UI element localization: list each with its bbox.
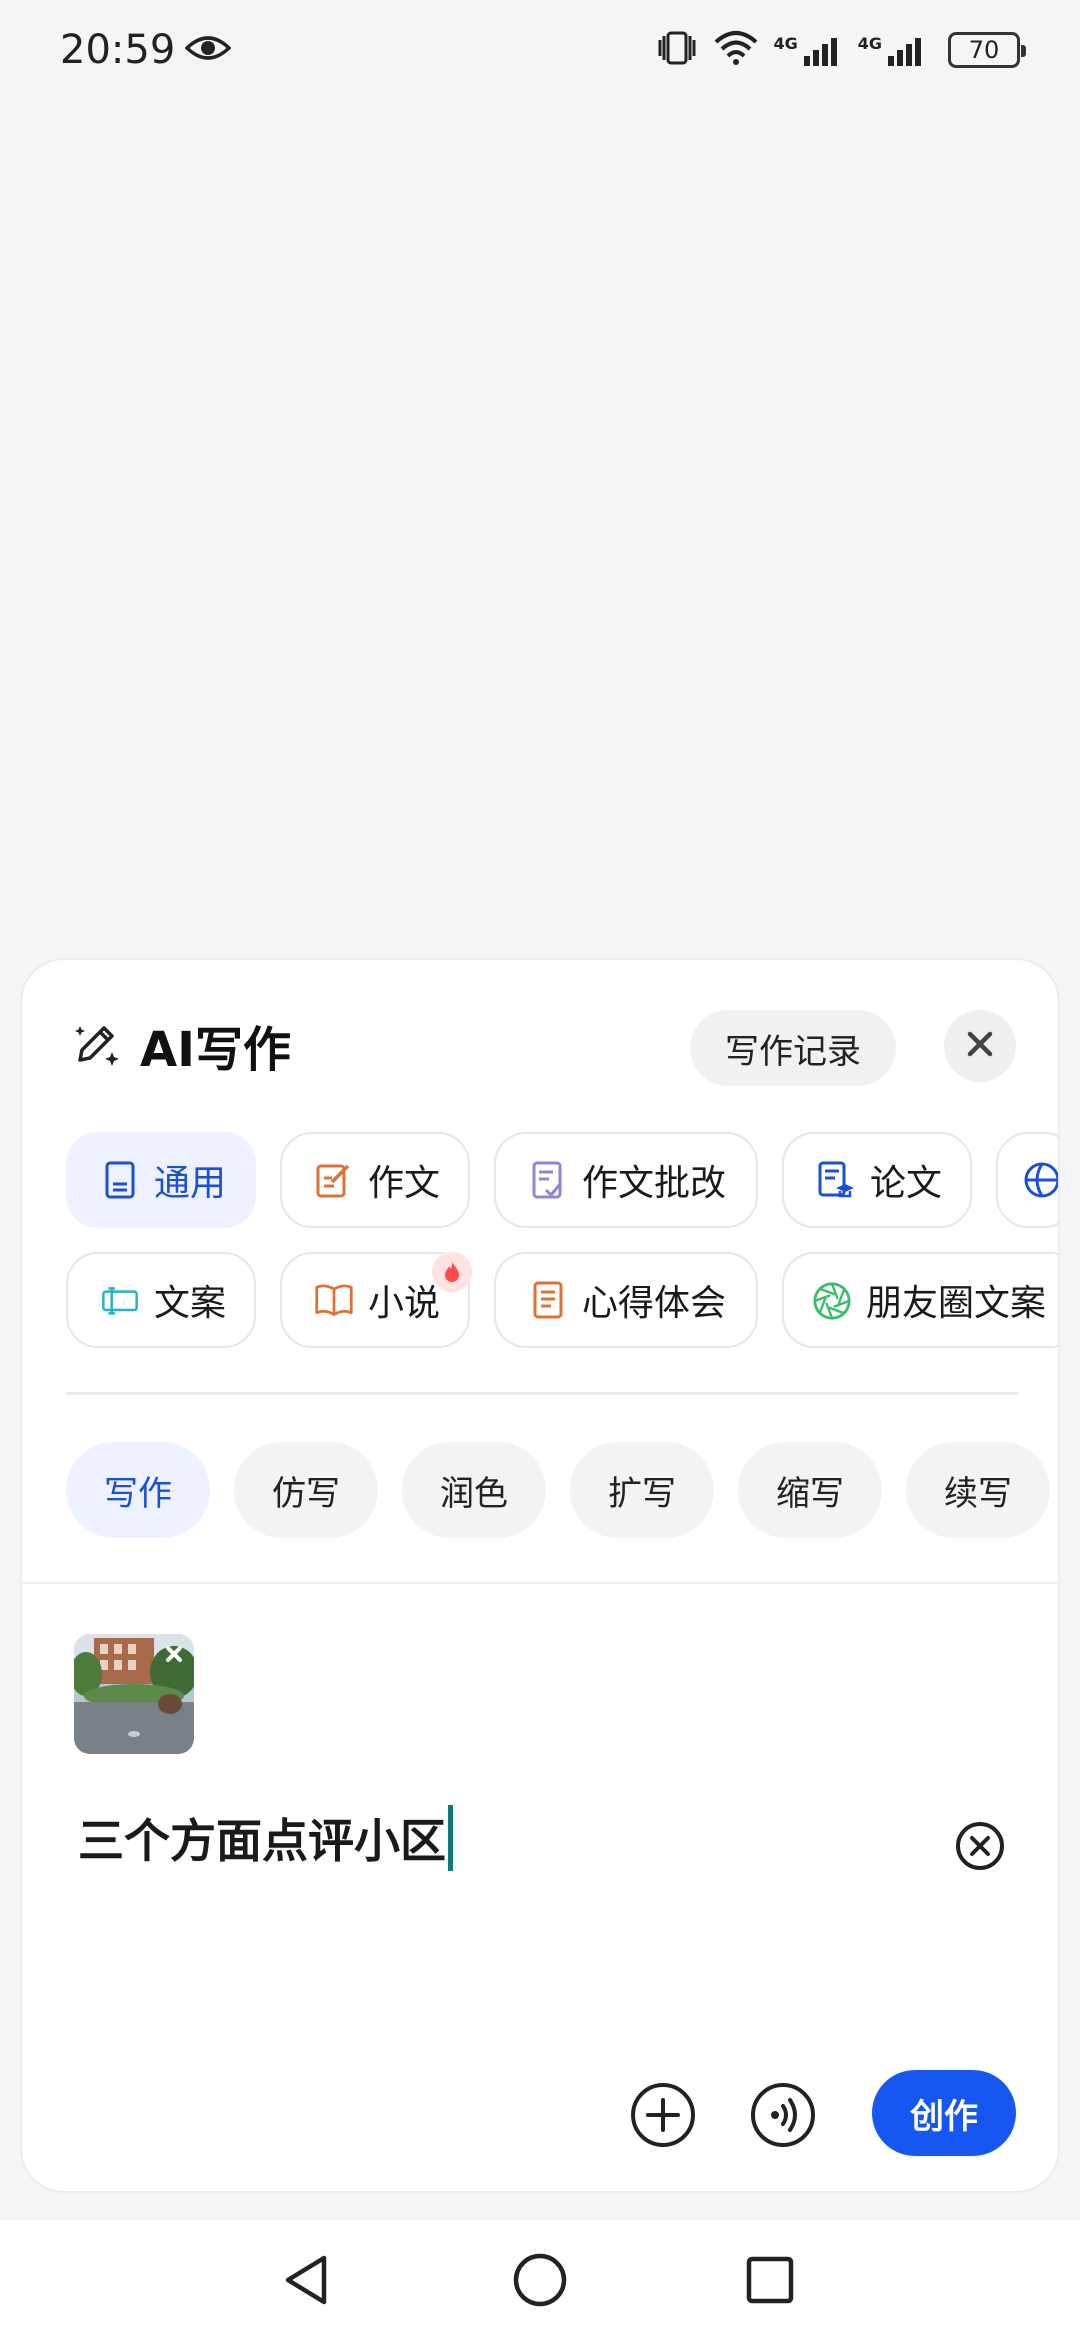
category-label: 小说 <box>368 1283 441 1324</box>
eye-icon <box>184 27 232 73</box>
category-label: 心得体会 <box>582 1283 727 1324</box>
signal-1: 4G <box>773 34 843 66</box>
attached-image[interactable] <box>74 1634 194 1754</box>
category-label: 作文批改 <box>582 1163 727 1204</box>
status-bar: 20:59 4G 4G 70 <box>0 0 1080 100</box>
navigation-bar <box>0 2220 1080 2340</box>
prompt-text: 三个方面点评小区 <box>78 1814 446 1868</box>
plus-circle-icon <box>631 2083 695 2147</box>
close-button[interactable] <box>944 1010 1016 1082</box>
mode-imitate[interactable]: 仿写 <box>234 1442 378 1538</box>
document-icon <box>100 1160 140 1200</box>
category-more[interactable] <box>996 1132 1058 1228</box>
hot-flame-icon <box>432 1252 472 1292</box>
category-label: 朋友圈文案 <box>866 1283 1047 1324</box>
title-wrap: AI写作 <box>72 1010 291 1080</box>
globe-icon <box>1022 1160 1058 1200</box>
category-row-1: 通用 作文 作文批改 论文 <box>66 1132 1058 1228</box>
vibrate-icon <box>655 30 699 70</box>
network-type-2: 4G <box>857 34 882 53</box>
category-copywriting[interactable]: 文案 <box>66 1252 256 1348</box>
category-thesis[interactable]: 论文 <box>782 1132 972 1228</box>
status-right: 4G 4G 70 <box>655 30 1026 70</box>
category-essay[interactable]: 作文 <box>280 1132 470 1228</box>
edit-note-icon <box>314 1160 354 1200</box>
signal-2: 4G <box>858 34 928 66</box>
battery-indicator: 70 <box>948 32 1026 68</box>
section-divider <box>66 1392 1018 1395</box>
category-label: 文案 <box>154 1283 227 1324</box>
mode-expand[interactable]: 扩写 <box>570 1442 714 1538</box>
status-time: 20:59 <box>60 27 176 73</box>
category-row-2: 文案 小说 心得体会 朋友圈文案 <box>66 1252 1058 1348</box>
back-triangle-icon <box>285 2255 327 2305</box>
category-moments-copy[interactable]: 朋友圈文案 <box>782 1252 1058 1348</box>
category-novel[interactable]: 小说 <box>280 1252 472 1348</box>
mode-tabs: 写作 仿写 润色 扩写 缩写 续写 <box>66 1442 1050 1538</box>
mode-shorten[interactable]: 缩写 <box>738 1442 882 1538</box>
book-icon <box>314 1280 354 1320</box>
status-left: 20:59 <box>60 27 232 73</box>
category-label: 通用 <box>154 1163 227 1204</box>
text-caret <box>448 1805 453 1871</box>
home-button[interactable] <box>510 2250 570 2310</box>
add-attachment-button[interactable] <box>628 2080 698 2150</box>
magic-pen-icon <box>72 1018 122 1072</box>
sheet-title: AI写作 <box>140 1022 292 1078</box>
category-label: 作文 <box>368 1163 441 1204</box>
thesis-icon <box>816 1160 856 1200</box>
mode-write[interactable]: 写作 <box>66 1442 210 1538</box>
back-button[interactable] <box>278 2250 338 2310</box>
clear-circle-icon <box>956 1822 1004 1870</box>
mode-polish[interactable]: 润色 <box>402 1442 546 1538</box>
voice-input-button[interactable] <box>748 2080 818 2150</box>
create-button[interactable]: 创作 <box>872 2070 1016 2156</box>
check-document-icon <box>528 1160 568 1200</box>
text-field-icon <box>100 1280 140 1320</box>
aperture-icon <box>812 1280 852 1320</box>
category-essay-review[interactable]: 作文批改 <box>494 1132 758 1228</box>
sheet-header: AI写作 写作记录 <box>22 960 1058 1120</box>
home-circle-icon <box>513 2253 567 2307</box>
writing-history-button[interactable]: 写作记录 <box>690 1010 896 1086</box>
category-label: 论文 <box>870 1163 943 1204</box>
wifi-icon <box>713 30 759 70</box>
recents-button[interactable] <box>740 2250 800 2310</box>
recents-square-icon <box>746 2256 794 2304</box>
prompt-input[interactable]: 三个方面点评小区 <box>78 1805 453 1871</box>
close-icon <box>966 1030 994 1062</box>
mode-continue[interactable]: 续写 <box>906 1442 1050 1538</box>
category-reflection[interactable]: 心得体会 <box>494 1252 758 1348</box>
category-general[interactable]: 通用 <box>66 1132 256 1228</box>
ai-writing-sheet: AI写作 写作记录 通用 作文 作文批改 论文 文案 小说 心得体会 朋友圈文案… <box>20 958 1060 2193</box>
clear-input-button[interactable] <box>954 1820 1006 1872</box>
notes-icon <box>528 1280 568 1320</box>
voice-icon <box>751 2083 815 2147</box>
network-type-1: 4G <box>773 34 798 53</box>
remove-image-icon[interactable] <box>158 1638 190 1670</box>
input-divider <box>22 1582 1058 1584</box>
